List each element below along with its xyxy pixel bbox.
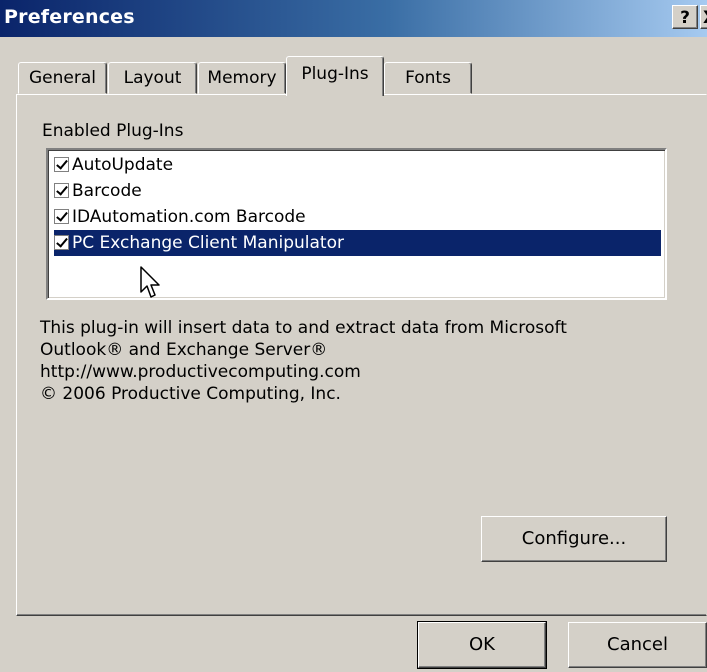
configure-button[interactable]: Configure...: [481, 516, 667, 562]
tab-label: Fonts: [405, 68, 451, 88]
tab-layout[interactable]: Layout: [108, 62, 197, 94]
list-item[interactable]: IDAutomation.com Barcode: [54, 204, 661, 230]
checkbox-checked-icon[interactable]: [54, 209, 69, 224]
list-item-label: IDAutomation.com Barcode: [72, 207, 306, 227]
plugin-description: This plug-in will insert data to and ext…: [40, 317, 567, 405]
ok-button[interactable]: OK: [417, 621, 547, 669]
tab-label: Plug-Ins: [301, 64, 369, 84]
tab-label: General: [29, 68, 96, 88]
help-button[interactable]: ?: [672, 5, 698, 29]
description-line: Outlook® and Exchange Server®: [40, 340, 328, 360]
tab-fonts[interactable]: Fonts: [384, 62, 472, 94]
title-bar[interactable]: Preferences ? X: [0, 0, 707, 37]
list-item[interactable]: AutoUpdate: [54, 152, 661, 178]
description-line: This plug-in will insert data to and ext…: [40, 318, 567, 338]
list-item[interactable]: Barcode: [54, 178, 661, 204]
checkbox-checked-icon[interactable]: [54, 183, 69, 198]
list-item-label: PC Exchange Client Manipulator: [72, 233, 344, 253]
cancel-button[interactable]: Cancel: [568, 622, 707, 668]
list-item[interactable]: PC Exchange Client Manipulator: [54, 230, 661, 256]
description-line: http://www.productivecomputing.com: [40, 362, 361, 382]
tab-memory[interactable]: Memory: [198, 62, 286, 94]
description-line: © 2006 Productive Computing, Inc.: [40, 384, 341, 404]
tab-label: Layout: [123, 68, 182, 88]
checkbox-checked-icon[interactable]: [54, 157, 69, 172]
close-button[interactable]: X: [700, 5, 707, 29]
tab-plug-ins[interactable]: Plug-Ins: [286, 56, 384, 96]
list-item-label: AutoUpdate: [72, 155, 174, 175]
list-item-label: Barcode: [72, 181, 142, 201]
help-icon: ?: [680, 8, 690, 28]
window-title: Preferences: [4, 6, 135, 28]
tab-general[interactable]: General: [18, 62, 107, 94]
tab-label: Memory: [207, 68, 277, 88]
enabled-plug-ins-label: Enabled Plug-Ins: [42, 121, 184, 141]
mouse-pointer-icon: [140, 266, 160, 298]
checkbox-checked-icon[interactable]: [54, 235, 69, 250]
close-icon: X: [703, 8, 707, 28]
